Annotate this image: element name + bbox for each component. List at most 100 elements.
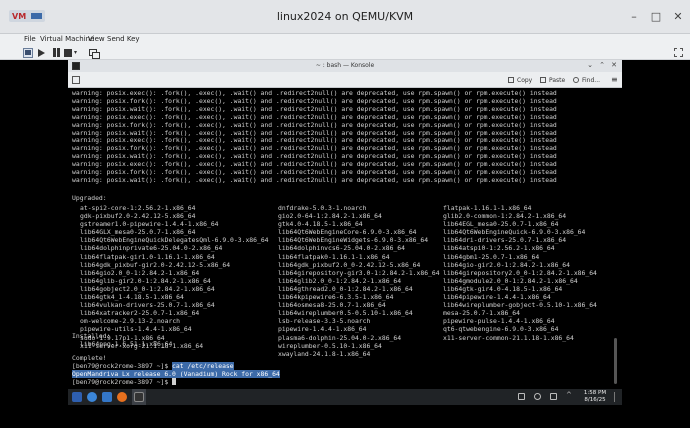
chevron-down-icon[interactable]: ▾ (74, 49, 82, 59)
package-item: x11-server-common-21.1.18-1.x86_64 (443, 333, 574, 342)
package-item: lib64gobject2.0_0-1:2.84.2-1.x86_64 (80, 284, 215, 293)
package-item: pipewire-pulse-1.4.4-1.x86_64 (443, 317, 555, 326)
package-item: lib64gdk_pixbuf-gir2.0-2.42.12-5.x86_64 (80, 260, 231, 269)
package-item: gdk-pixbuf2.0-2.42.12-5.x86_64 (80, 212, 196, 221)
package-item: gstreamer1.0-pipewire-1.4.4-1.x86_64 (80, 220, 219, 229)
file-manager-icon[interactable] (102, 392, 112, 402)
package-item: pipewire-1.4.4-1.x86_64 (278, 325, 367, 334)
menu-virtual-machine[interactable]: Virtual Machine (40, 35, 94, 43)
package-item: gtk4.0-4.18.5-1.x86_64 (278, 220, 363, 229)
terminal-output[interactable]: warning: posix.exec(): .fork(), .exec(),… (68, 88, 622, 390)
package-item: lib64gthread2.0_0-1:2.84.2-1.x86_64 (278, 284, 413, 293)
browser-icon[interactable] (117, 392, 127, 402)
command-line-2: [ben79@rock2rome-3897 ~]$ (72, 378, 177, 386)
pause-icon[interactable] (52, 48, 62, 58)
warning-line: warning: posix.fork(): .fork(), .exec(),… (72, 120, 557, 129)
package-item: flatpak-1.16.1-1.x86_64 (443, 204, 532, 212)
console-display-icon[interactable] (23, 48, 33, 58)
package-item: lib64EGL_mesa0-25.0.7-1.x86_64 (443, 220, 559, 229)
warning-line: warning: posix.fork(): .fork(), .exec(),… (72, 168, 557, 176)
package-item: at-spi2-core-1:2.56.2-1.x86_64 (80, 204, 196, 212)
package-item: wireplumber-0.5.10-1.x86_64 (278, 341, 382, 350)
package-item: lib64flatpak-gir1.0-1.16.1-1.x86_64 (80, 252, 215, 261)
paste-label: Paste (549, 77, 566, 84)
maximize-icon[interactable]: ⌃ (598, 61, 606, 69)
fullscreen-icon[interactable] (674, 48, 683, 57)
package-item: lib64gbm1-25.0.7-1.x86_64 (443, 252, 540, 261)
complete-message: Complete! (72, 354, 107, 362)
command-line-1: [ben79@rock2rome-3897 ~]$ cat /etc/relea… (72, 362, 234, 370)
text-cursor (172, 378, 177, 385)
upgraded-column-3: flatpak-1.16.1-1.x86_64 glib2.0-common-1:… (443, 204, 597, 342)
show-desktop-button[interactable] (614, 392, 620, 402)
clock[interactable]: 1:58 PM 8/16/25 (580, 390, 610, 404)
find-button[interactable]: Find... (573, 77, 600, 84)
maximize-icon[interactable]: □ (649, 10, 663, 24)
package-item: om-welcome-2.9.13-2.noarch (80, 317, 181, 326)
settings-icon[interactable] (87, 392, 97, 402)
package-item: glib2.0-common-1:2.84.2-1.x86_64 (443, 212, 567, 221)
warning-line: warning: posix.exec(): .fork(), .exec(),… (72, 112, 557, 121)
search-icon (573, 77, 579, 83)
prompt: [ben79@rock2rome-3897 ~]$ (72, 378, 169, 386)
package-item: lib64gio-gir2.0-1:2.84.2-1.x86_64 (443, 260, 570, 269)
package-item: lib64atspi0-1:2.56.2-1.x86_64 (443, 244, 555, 253)
release-output: OpenMandriva Lx release 6.0 (Vanadium) R… (72, 370, 280, 378)
package-item: lib64gtk-gir4.0-4.18.5-1.x86_64 (443, 284, 563, 293)
package-item: lib64kpipewire6-6.3.5-1.x86_64 (278, 293, 394, 302)
shutdown-icon[interactable] (64, 49, 72, 57)
menu-send-key[interactable]: Send Key (107, 35, 140, 43)
find-label: Find... (582, 77, 601, 84)
package-item: lsb-release-3.3-5.noarch (278, 317, 371, 326)
clipboard-icon[interactable] (518, 393, 525, 400)
terminal-icon[interactable] (134, 392, 144, 402)
package-item: lib64girepository2.0_0-1:2.84.2-1.x86_64 (443, 268, 597, 277)
vm-window-title: linux2024 on QEMU/KVM (276, 10, 414, 23)
chevron-up-icon[interactable]: ^ (566, 391, 573, 399)
prompt: [ben79@rock2rome-3897 ~]$ (72, 362, 169, 370)
package-item: lib64girepository-gir3.0-1:2.84.2-1.x86_… (278, 268, 440, 277)
network-icon[interactable] (550, 393, 557, 400)
copy-button[interactable]: Copy (508, 77, 532, 84)
new-tab-icon[interactable] (72, 76, 80, 84)
clock-time: 1:58 PM (583, 390, 607, 396)
paste-button[interactable]: Paste (540, 77, 565, 84)
scrollbar[interactable] (614, 338, 617, 384)
upgraded-column-2: dnfdrake-5.0.3-1.noarch gio2.0-64-1:2.84.… (278, 204, 440, 358)
package-item: lib64pipewire-1.4.4-1.x86_64 (443, 293, 551, 302)
minimize-icon[interactable]: ⌄ (586, 61, 594, 69)
taskbar: ^ 1:58 PM 8/16/25 (68, 389, 622, 405)
package-item: lib64xatracker2-25.0.7-1.x86_64 (80, 309, 200, 318)
menu-view[interactable]: View (88, 35, 105, 43)
paste-icon (540, 77, 546, 83)
package-item: lib64dri-drivers-25.0.7-1.x86_64 (443, 236, 567, 245)
package-item: lib64Qt6WebEngineCore-6.9.0-3.x86_64 (278, 228, 417, 237)
package-item: lib64osmesa8-25.0.7-1.x86_64 (278, 301, 386, 310)
package-item: lib64dolphinvcs6-25.04.0-2.x86_64 (278, 244, 405, 253)
menu-file[interactable]: File (24, 35, 36, 43)
volume-icon[interactable] (534, 393, 541, 400)
copy-label: Copy (517, 77, 533, 84)
warning-line: warning: posix.wait(): .fork(), .exec(),… (72, 104, 557, 113)
app-launcher-icon[interactable] (72, 392, 82, 402)
close-icon[interactable]: ✕ (610, 61, 618, 69)
release-text: OpenMandriva Lx release 6.0 (Vanadium) R… (72, 370, 280, 378)
package-item: gio2.0-64-1:2.84.2-1.x86_64 (278, 212, 382, 221)
package-item: lib64glib-gir2.0-1:2.84.2-1.x86_64 (80, 276, 211, 285)
package-item: lib64wireplumber0.5-0.5.10-1.x86_64 (278, 309, 413, 318)
vm-titlebar: VM linux2024 on QEMU/KVM – □ ✕ (0, 0, 690, 34)
upgraded-label: Upgraded: (72, 194, 107, 202)
package-item: lib64gtk4_1-4.18.5-1.x86_64 (80, 293, 184, 302)
command: cat /etc/release (172, 362, 234, 370)
hamburger-menu-icon[interactable]: ≡ (611, 75, 618, 84)
run-icon[interactable] (38, 49, 45, 57)
warning-line: warning: posix.wait(): .fork(), .exec(),… (72, 175, 557, 184)
installed-package: lib64png-1.6.51-1.x86_64 (80, 340, 173, 348)
close-icon[interactable]: ✕ (671, 10, 685, 24)
package-item: mesa-25.0.7-1.x86_64 (443, 309, 520, 318)
package-item: lib64Qt6WebEngineWidgets-6.9.0-3.x86_64 (278, 236, 429, 245)
package-item: lib64gio2.0_0-1:2.84.2-1.x86_64 (80, 268, 200, 277)
snapshots-icon[interactable] (89, 48, 100, 59)
minimize-icon[interactable]: – (627, 10, 641, 24)
package-item: lib64wireplumber-gobject-0.5.10-1.x86_64 (443, 301, 597, 310)
